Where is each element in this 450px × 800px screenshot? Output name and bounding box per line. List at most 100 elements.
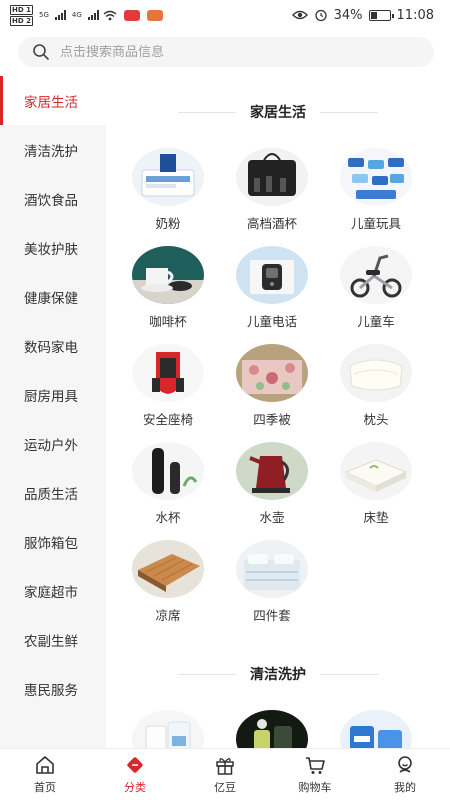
product-item[interactable]: 儿童电话 (220, 246, 324, 344)
app-notification-icon (123, 9, 140, 21)
product-item[interactable]: 安全座椅 (116, 344, 220, 442)
milk-powder-image (132, 148, 204, 206)
tissue-roll-image (132, 710, 204, 748)
divider (178, 673, 236, 675)
sidebar-item-label: 健康保健 (24, 290, 78, 307)
product-item[interactable] (324, 710, 428, 748)
quilt-image (236, 344, 308, 402)
wine-glass-image (236, 148, 308, 206)
sidebar-item-label: 家居生活 (24, 94, 78, 111)
kids-phone-image (236, 246, 308, 304)
product-item[interactable] (220, 710, 324, 748)
tab-category[interactable]: 分类 (90, 749, 180, 800)
sidebar-item-electronics[interactable]: 数码家电 (0, 321, 106, 370)
sidebar-item-health[interactable]: 健康保健 (0, 272, 106, 321)
sidebar-item-drinks-food[interactable]: 酒饮食品 (0, 174, 106, 223)
sidebar-item-label: 服饰箱包 (24, 535, 78, 552)
product-grid (106, 710, 450, 748)
sidebar-item-cleaning[interactable]: 清洁洗护 (0, 125, 106, 174)
kids-bike-image (340, 246, 412, 304)
network-type-1: 5G (38, 11, 49, 19)
sidebar-item-label: 清洁洗护 (24, 143, 78, 160)
message-notification-icon (146, 9, 163, 21)
product-label: 枕头 (363, 412, 389, 427)
wifi-icon (103, 10, 117, 20)
sidebar-item-sports[interactable]: 运动户外 (0, 419, 106, 468)
sidebar-item-label: 品质生活 (24, 486, 78, 503)
product-label: 凉席 (155, 608, 181, 623)
product-label: 安全座椅 (142, 412, 193, 427)
product-label: 四季被 (253, 412, 291, 427)
sidebar-item-services[interactable]: 惠民服务 (0, 664, 106, 713)
divider (178, 111, 236, 113)
product-label: 水杯 (155, 510, 181, 525)
coffee-cup-image (132, 246, 204, 304)
product-label: 水壶 (259, 510, 285, 525)
tab-label: 分类 (124, 781, 146, 794)
search-input[interactable] (60, 44, 400, 60)
sidebar-item-label: 惠民服务 (24, 682, 78, 699)
product-label: 奶粉 (155, 216, 181, 231)
product-item[interactable]: 高档酒杯 (220, 148, 324, 246)
signal-icon (54, 10, 66, 20)
section-title: 清洁洗护 (250, 667, 306, 683)
sidebar-item-label: 美妆护肤 (24, 241, 78, 258)
battery-percent: 34% (333, 7, 363, 23)
product-item[interactable]: 四件套 (220, 540, 324, 638)
product-label: 儿童玩具 (350, 216, 401, 231)
product-item[interactable]: 凉席 (116, 540, 220, 638)
eye-icon (291, 10, 308, 20)
product-label: 咖啡杯 (149, 314, 187, 329)
sidebar-item-quality-life[interactable]: 品质生活 (0, 468, 106, 517)
product-label: 高档酒杯 (246, 216, 297, 231)
cart-icon (306, 757, 325, 774)
sim2-label: HD 2 (10, 15, 33, 26)
product-grid: 奶粉 高档酒杯 儿童玩具 咖啡杯 儿童电话 儿童车 安全座椅 四季被 枕头 水杯… (106, 148, 450, 638)
product-label: 床垫 (363, 510, 389, 525)
section-header: 家居生活 (106, 76, 450, 148)
mattress-image (340, 442, 412, 500)
section-title: 家居生活 (250, 105, 306, 121)
product-item[interactable]: 儿童车 (324, 246, 428, 344)
profile-icon (398, 756, 412, 773)
sidebar-item-supermarket[interactable]: 家庭超市 (0, 566, 106, 615)
sidebar-item-label: 酒饮食品 (24, 192, 78, 209)
tab-label: 亿豆 (214, 781, 236, 794)
tab-profile[interactable]: 我的 (360, 749, 450, 800)
product-item[interactable]: 咖啡杯 (116, 246, 220, 344)
product-item[interactable]: 奶粉 (116, 148, 220, 246)
tab-yidou[interactable]: 亿豆 (180, 749, 270, 800)
product-item[interactable]: 儿童玩具 (324, 148, 428, 246)
category-sidebar: 家居生活 清洁洗护 酒饮食品 美妆护肤 健康保健 数码家电 厨房用具 运动户外 … (0, 76, 106, 748)
tab-cart[interactable]: 购物车 (270, 749, 360, 800)
sidebar-item-label: 厨房用具 (24, 388, 78, 405)
product-item[interactable]: 床垫 (324, 442, 428, 540)
toy-cars-image (340, 148, 412, 206)
product-item[interactable] (116, 710, 220, 748)
sidebar-item-beauty[interactable]: 美妆护肤 (0, 223, 106, 272)
product-item[interactable]: 枕头 (324, 344, 428, 442)
category-icon (127, 757, 143, 773)
sidebar-item-label: 农副生鲜 (24, 633, 78, 650)
sidebar-item-kitchen[interactable]: 厨房用具 (0, 370, 106, 419)
signal-icon-2 (87, 10, 99, 20)
sidebar-item-home-living[interactable]: 家居生活 (0, 76, 106, 125)
product-item[interactable]: 水壶 (220, 442, 324, 540)
search-icon (33, 44, 49, 60)
battery-icon (368, 9, 394, 21)
product-label: 儿童车 (357, 314, 395, 329)
detergent-image (236, 710, 308, 748)
bedding-set-image (236, 540, 308, 598)
divider (320, 111, 378, 113)
home-icon (36, 756, 54, 774)
search-bar[interactable] (18, 37, 434, 67)
kettle-image (236, 442, 308, 500)
product-item[interactable]: 水杯 (116, 442, 220, 540)
sidebar-item-fresh[interactable]: 农副生鲜 (0, 615, 106, 664)
product-item[interactable]: 四季被 (220, 344, 324, 442)
product-label: 四件套 (253, 608, 291, 623)
alarm-icon (314, 9, 327, 22)
product-label: 儿童电话 (246, 314, 297, 329)
sidebar-item-apparel[interactable]: 服饰箱包 (0, 517, 106, 566)
tab-home[interactable]: 首页 (0, 749, 90, 800)
